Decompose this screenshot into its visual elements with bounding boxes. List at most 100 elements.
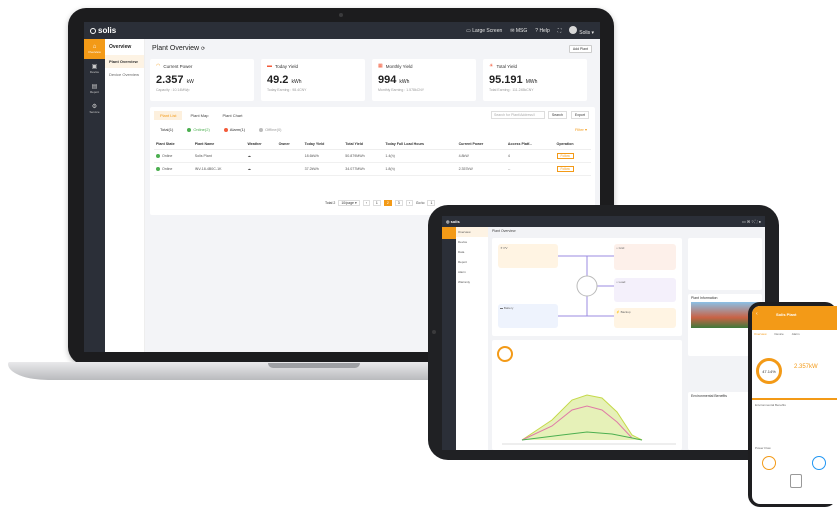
nav-overview[interactable]: ⌂ Overview <box>84 39 105 59</box>
next-page-button[interactable]: › <box>405 200 413 206</box>
per-page-select[interactable]: 10/page ▾ <box>338 200 360 206</box>
tablet-screen: ◎ solis ▭ ✉ ? ⛶ ● Overview Device Data Re… <box>442 216 765 450</box>
tablet-nav-report[interactable] <box>442 251 456 263</box>
tablet-side-item[interactable]: Device <box>456 237 488 247</box>
fullscreen-icon[interactable]: ⛶ <box>558 28 562 34</box>
phone-current-power: 2.357kW <box>794 364 818 370</box>
col-owner: Owner <box>276 139 303 150</box>
tablet-side-item[interactable]: Alarm <box>456 267 488 277</box>
refresh-icon[interactable]: ⟳ <box>201 46 205 52</box>
gauge-icon: ◠ <box>156 63 161 69</box>
tablet-sub-nav: Overview Device Data Report Alarm Warran… <box>456 227 488 450</box>
weather-icon: ☁ <box>245 149 277 164</box>
tablet-side-item[interactable]: Report <box>456 257 488 267</box>
tablet-side-item[interactable]: Data <box>456 247 488 257</box>
subnav-heading: Overview <box>109 44 132 50</box>
col-today-yield[interactable]: Today Yield <box>302 139 344 150</box>
export-button[interactable]: Export <box>570 111 589 119</box>
tablet-nav-device[interactable] <box>442 239 456 251</box>
help-button[interactable]: ? Help <box>535 28 549 34</box>
filter-dropdown[interactable]: Filter ▾ <box>575 127 587 132</box>
col-operation: Operation <box>554 139 591 150</box>
total-yield-card: ☀ Total Yield 95.191 MWh Total Earning : … <box>483 59 587 101</box>
page-button[interactable]: 3 <box>394 200 403 206</box>
phone-screen: Solis Plant ‹ Overview Device Alarm 47.1… <box>752 306 837 504</box>
laptop-notch <box>268 363 360 368</box>
left-nav: ⌂ Overview ▣ Device ▤ Report ⚙ Service <box>84 39 105 352</box>
nav-service[interactable]: ⚙ Service <box>84 99 105 119</box>
plant-list-panel: Plant List Plant Map Plant Chart Search … <box>150 107 595 215</box>
online-status-icon <box>187 127 192 132</box>
large-screen-button[interactable]: ▭ Large Screen <box>466 28 502 34</box>
alarm-status-icon <box>223 127 228 132</box>
tablet-chart-panel <box>492 340 682 450</box>
current-power-card: ◠ Current Power 2.357 kW Capacity : 10.14… <box>150 59 254 101</box>
yield-line-chart <box>502 394 676 445</box>
filter-online[interactable]: Online(2) <box>187 127 210 132</box>
tablet-title: Plant Overview <box>492 229 516 233</box>
solar-panel-icon: ☀ <box>489 63 494 69</box>
user-menu[interactable]: Solis ▾ <box>569 25 594 36</box>
page-button[interactable]: 1 <box>372 200 381 206</box>
add-plant-button[interactable]: Add Plant <box>568 45 592 53</box>
col-plant-name[interactable]: Plant Name <box>192 139 246 150</box>
page-button[interactable]: 2 <box>383 200 392 206</box>
avatar <box>569 25 578 34</box>
sub-nav: Overview Plant Overview Device Overview <box>105 39 145 352</box>
col-weather: Weather <box>245 139 277 150</box>
tab-plant-map[interactable]: Plant Map <box>184 111 214 120</box>
power-flow-lines <box>558 255 614 317</box>
table-row[interactable]: Online Solis Plant ☁ 18.6kWh 50.879MWh 1… <box>154 149 591 164</box>
nav-device[interactable]: ▣ Device <box>84 59 105 79</box>
online-status-icon <box>156 167 160 172</box>
tablet-side-item[interactable]: Warranty <box>456 277 488 287</box>
logo: solis <box>90 26 116 35</box>
subnav-plant-overview[interactable]: Plant Overview <box>105 55 144 68</box>
goto-input[interactable]: 1 <box>427 200 436 206</box>
pagination: Total 2 10/page ▾ ‹ 1 2 3 › Go to 1 <box>325 200 436 206</box>
nav-report[interactable]: ▤ Report <box>84 79 105 99</box>
tablet-stats-panel <box>688 238 762 290</box>
weather-icon: ☁ <box>245 162 277 177</box>
tab-plant-chart[interactable]: Plant Chart <box>216 111 248 120</box>
tab-plant-list[interactable]: Plant List <box>154 111 183 120</box>
table-row[interactable]: Online INV-18-4B0C-1K ☁ 37.2kWh 34.077MW… <box>154 162 591 177</box>
back-icon[interactable]: ‹ <box>756 311 758 317</box>
phone-ratio-ring: 47.14% <box>756 358 782 384</box>
col-current-power[interactable]: Current Power <box>456 139 506 150</box>
filter-offline[interactable]: Offline(0) <box>259 127 282 132</box>
col-plant-state[interactable]: Plant State <box>154 139 193 150</box>
follow-button[interactable]: Follow <box>556 166 574 173</box>
phone-tabs: Overview Device Alarm <box>754 332 800 336</box>
col-access-platform[interactable]: Access Platf... <box>505 139 555 150</box>
prev-page-button[interactable]: ‹ <box>362 200 370 206</box>
top-bar: solis ▭ Large Screen ✉ MSG ? Help ⛶ Soli… <box>84 22 600 39</box>
filter-alarm[interactable]: Alarm(1) <box>223 127 245 132</box>
search-input[interactable]: Search for Plant/Address/I <box>491 111 545 119</box>
col-full-load-hours[interactable]: Today Full Load Hours <box>383 139 457 150</box>
msg-button[interactable]: ✉ MSG <box>510 28 527 34</box>
offline-status-icon <box>259 127 264 132</box>
laptop-camera <box>339 13 343 17</box>
calendar-icon: ▦ <box>378 63 383 69</box>
tablet-nav-overview[interactable] <box>442 227 456 239</box>
filter-total[interactable]: Total(1) <box>160 127 173 132</box>
power-flow-panel: ☀ PV ⌂ Grid ⌂ Load ▬ Battery ⚡ Backup <box>492 238 682 336</box>
subnav-device-overview[interactable]: Device Overview <box>105 68 144 81</box>
follow-button[interactable]: Follow <box>556 153 574 160</box>
col-total-yield[interactable]: Total Yield <box>343 139 384 150</box>
logo-icon <box>90 27 96 34</box>
today-yield-card: ▬ Today Yield 49.2 kWh Today Earning : 98… <box>261 59 365 101</box>
monthly-yield-card: ▦ Monthly Yield 994 kWh Monthly Earning :… <box>372 59 476 101</box>
tablet-left-nav <box>442 227 456 450</box>
phone-pv-node <box>762 456 776 470</box>
phone-header: Solis Plant ‹ <box>752 306 837 330</box>
tablet-top-bar: ◎ solis ▭ ✉ ? ⛶ ● <box>442 216 765 227</box>
tablet-camera <box>432 330 436 334</box>
tablet-side-item[interactable]: Overview <box>456 227 488 237</box>
phone-grid-node <box>812 456 826 470</box>
phone-inverter-node <box>790 474 802 488</box>
online-status-icon <box>156 154 160 159</box>
search-button[interactable]: Search <box>547 111 567 119</box>
plant-table: Plant State Plant Name Weather Owner Tod… <box>154 139 591 177</box>
